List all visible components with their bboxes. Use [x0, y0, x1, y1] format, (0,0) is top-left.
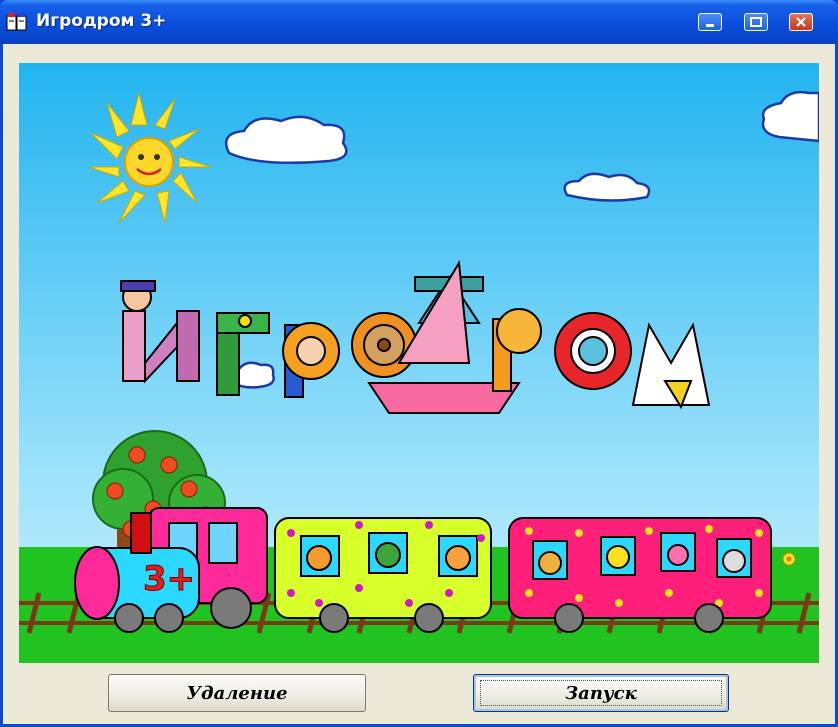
- splash-illustration: 3+: [19, 63, 819, 663]
- app-books-icon: [6, 13, 27, 31]
- launch-button[interactable]: Запуск: [473, 674, 729, 712]
- client-area: 3+ Удаление Запуск: [3, 44, 835, 724]
- focus-ring: [480, 680, 722, 706]
- maximize-button[interactable]: [744, 13, 768, 31]
- train-badge: 3+: [143, 559, 195, 599]
- delete-button-label: Удаление: [186, 682, 288, 704]
- minimize-icon: [706, 24, 714, 27]
- title-bar[interactable]: Игродром 3+: [0, 0, 838, 44]
- close-icon: [796, 17, 806, 27]
- wagon-green: [274, 517, 492, 633]
- window-title: Игродром 3+: [36, 11, 167, 31]
- maximize-icon: [750, 17, 762, 27]
- delete-button[interactable]: Удаление: [108, 674, 366, 712]
- close-button[interactable]: [789, 13, 813, 31]
- app-window: Игродром 3+ 3+ Удаление Запуск: [0, 0, 838, 727]
- minimize-button[interactable]: [698, 13, 722, 31]
- splash-image: 3+: [19, 63, 819, 663]
- flower-icon: [782, 552, 796, 566]
- wagon-pink: [508, 517, 772, 633]
